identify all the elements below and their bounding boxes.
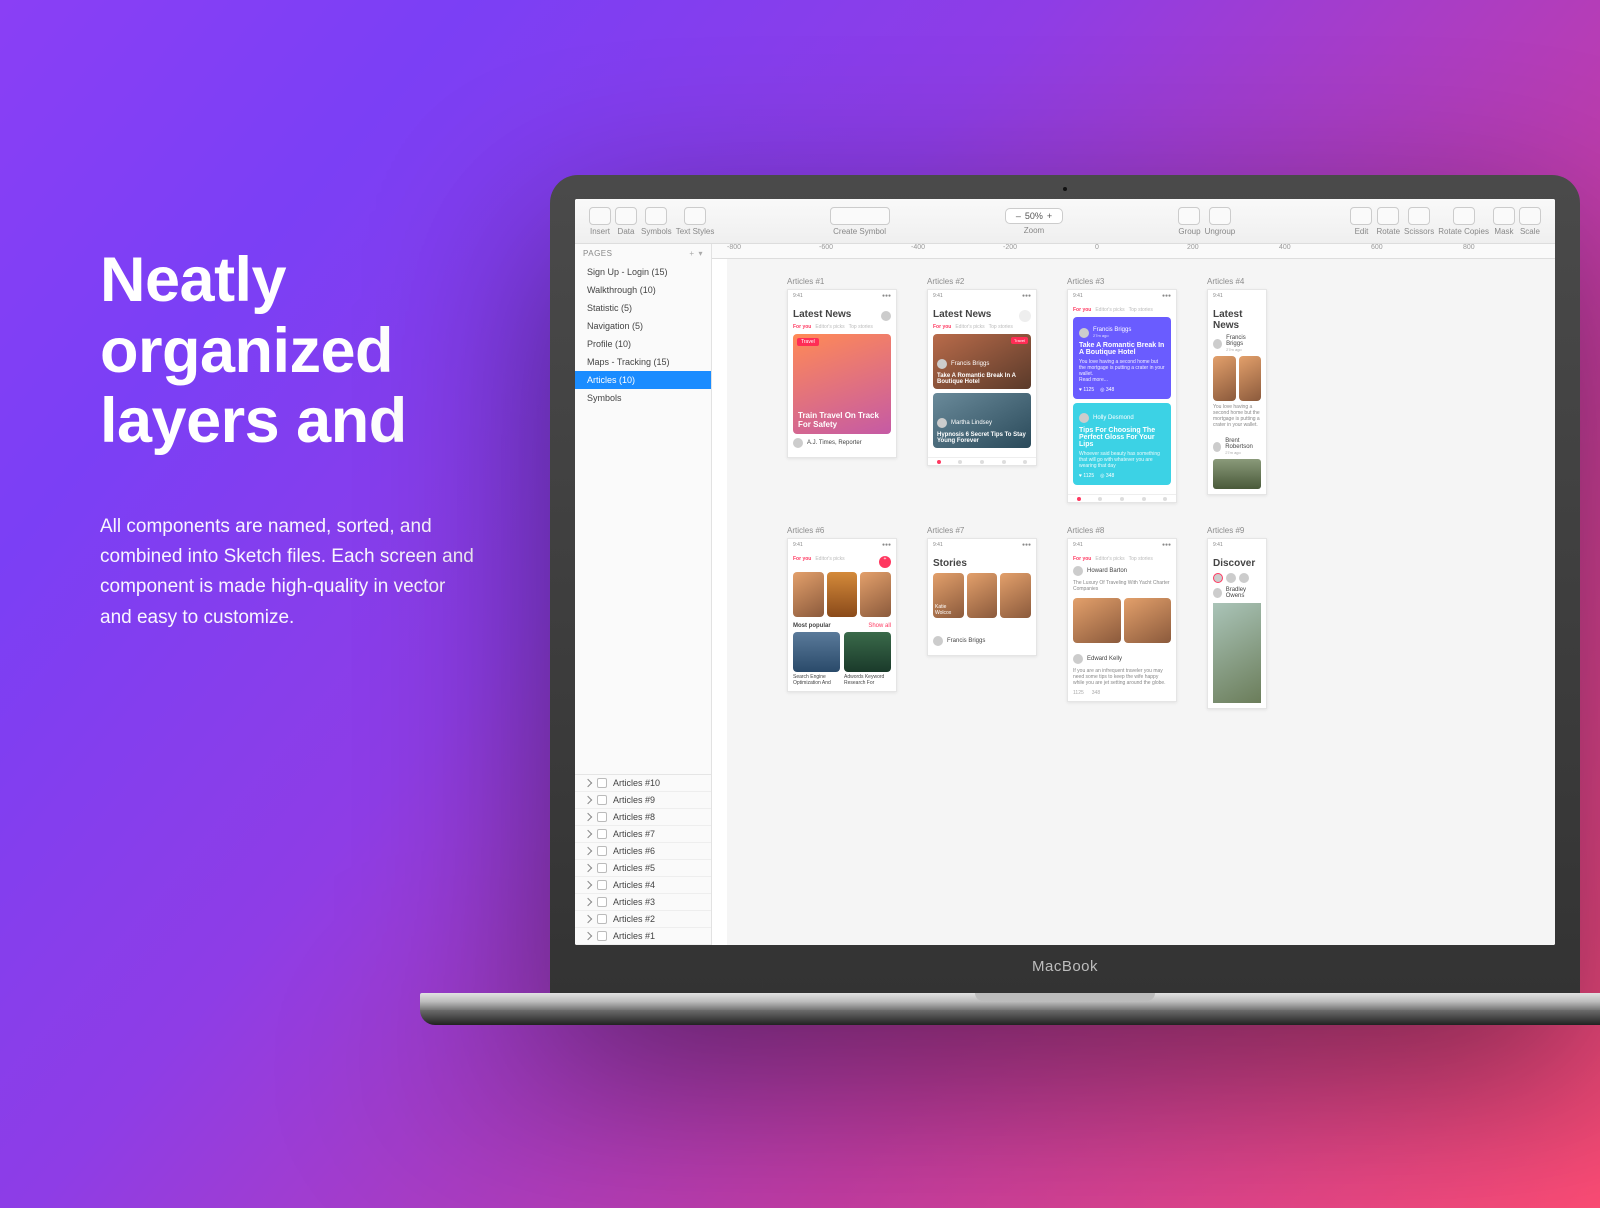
chevron-right-icon (584, 813, 592, 821)
symbols-button[interactable]: Symbols (641, 207, 672, 236)
page-row[interactable]: Maps - Tracking (15) (575, 353, 711, 371)
layers-panel: PAGES +▾ Sign Up - Login (15)Walkthrough… (575, 244, 712, 945)
artboard-7[interactable]: 9:41●●● Stories Katie Wolcox Francis Bri (927, 538, 1037, 656)
data-button[interactable]: Data (615, 207, 637, 236)
page-row[interactable]: Articles (10) (575, 371, 711, 389)
artboard-icon (597, 931, 607, 941)
layer-row[interactable]: Articles #7 (575, 826, 711, 843)
textstyles-button[interactable]: Text Styles (676, 207, 715, 236)
pages-header: PAGES +▾ (575, 244, 711, 263)
artboard-icon (597, 897, 607, 907)
artboard-icon (597, 880, 607, 890)
add-page-icon[interactable]: +▾ (689, 249, 703, 258)
artboard-icon (597, 914, 607, 924)
artboard-1[interactable]: 9:41●●● Latest News For youEditor's pick… (787, 289, 897, 458)
chevron-right-icon (584, 830, 592, 838)
zoom-control[interactable]: –50%+ Zoom (1005, 208, 1063, 235)
page-row[interactable]: Profile (10) (575, 335, 711, 353)
chevron-right-icon (584, 881, 592, 889)
canvas[interactable]: -800-600-400-2000200400600800 Articles #… (712, 244, 1555, 945)
macbook-mockup: Insert Data Symbols Text Styles Create S… (420, 175, 1600, 1025)
page-row[interactable]: Sign Up - Login (15) (575, 263, 711, 281)
insert-button[interactable]: Insert (589, 207, 611, 236)
artboard-6[interactable]: 9:41●●● For youEditor's picks+ Most popu… (787, 538, 897, 692)
layer-row[interactable]: Articles #9 (575, 792, 711, 809)
avatar[interactable] (881, 311, 891, 321)
rotate-button[interactable]: Rotate (1376, 207, 1400, 236)
artboard-icon (597, 812, 607, 822)
layer-row[interactable]: Articles #10 (575, 775, 711, 792)
layer-row[interactable]: Articles #1 (575, 928, 711, 945)
page-row[interactable]: Symbols (575, 389, 711, 407)
chevron-right-icon (584, 932, 592, 940)
ruler-horizontal: -800-600-400-2000200400600800 (712, 244, 1555, 259)
camera-dot (1063, 187, 1067, 191)
ungroup-button[interactable]: Ungroup (1205, 207, 1236, 236)
artboard-label[interactable]: Articles #1 (787, 277, 897, 286)
laptop-lid: Insert Data Symbols Text Styles Create S… (550, 175, 1580, 995)
chevron-right-icon (584, 864, 592, 872)
page-row[interactable]: Navigation (5) (575, 317, 711, 335)
artboard-icon (597, 795, 607, 805)
artboard-8[interactable]: 9:41●●● For youEditor's picksTop stories… (1067, 538, 1177, 702)
promo-background: Neatly organized layers and All componen… (0, 0, 1600, 1208)
mask-button[interactable]: Mask (1493, 207, 1515, 236)
layer-row[interactable]: Articles #6 (575, 843, 711, 860)
layer-row[interactable]: Articles #4 (575, 877, 711, 894)
chevron-right-icon (584, 779, 592, 787)
chevron-right-icon (584, 915, 592, 923)
page-row[interactable]: Walkthrough (10) (575, 281, 711, 299)
artboard-4[interactable]: 9:41 Latest News Francis Briggs27m ago Y… (1207, 289, 1267, 495)
sketch-toolbar: Insert Data Symbols Text Styles Create S… (575, 199, 1555, 244)
layer-row[interactable]: Articles #3 (575, 894, 711, 911)
macbook-logo: MacBook (550, 958, 1580, 975)
artboard-9[interactable]: 9:41 Discover Bradley Owens (1207, 538, 1267, 709)
artboard-3[interactable]: 9:41●●● For youEditor's picksTop stories… (1067, 289, 1177, 503)
scissors-button[interactable]: Scissors (1404, 207, 1434, 236)
artboard-icon (597, 778, 607, 788)
edit-button[interactable]: Edit (1350, 207, 1372, 236)
layer-row[interactable]: Articles #2 (575, 911, 711, 928)
page-row[interactable]: Statistic (5) (575, 299, 711, 317)
layer-row[interactable]: Articles #8 (575, 809, 711, 826)
sketch-app-window: Insert Data Symbols Text Styles Create S… (575, 199, 1555, 945)
chevron-right-icon (584, 847, 592, 855)
laptop-base (420, 993, 1600, 1025)
artboard-icon (597, 846, 607, 856)
create-symbol-button[interactable]: Create Symbol (830, 207, 890, 236)
artboard-icon (597, 863, 607, 873)
artboard-2[interactable]: 9:41●●● Latest News For youEditor's pick… (927, 289, 1037, 466)
rotate-copies-button[interactable]: Rotate Copies (1438, 207, 1489, 236)
group-button[interactable]: Group (1178, 207, 1200, 236)
chevron-right-icon (584, 796, 592, 804)
artboard-icon (597, 829, 607, 839)
layer-row[interactable]: Articles #5 (575, 860, 711, 877)
chevron-right-icon (584, 898, 592, 906)
scale-button[interactable]: Scale (1519, 207, 1541, 236)
